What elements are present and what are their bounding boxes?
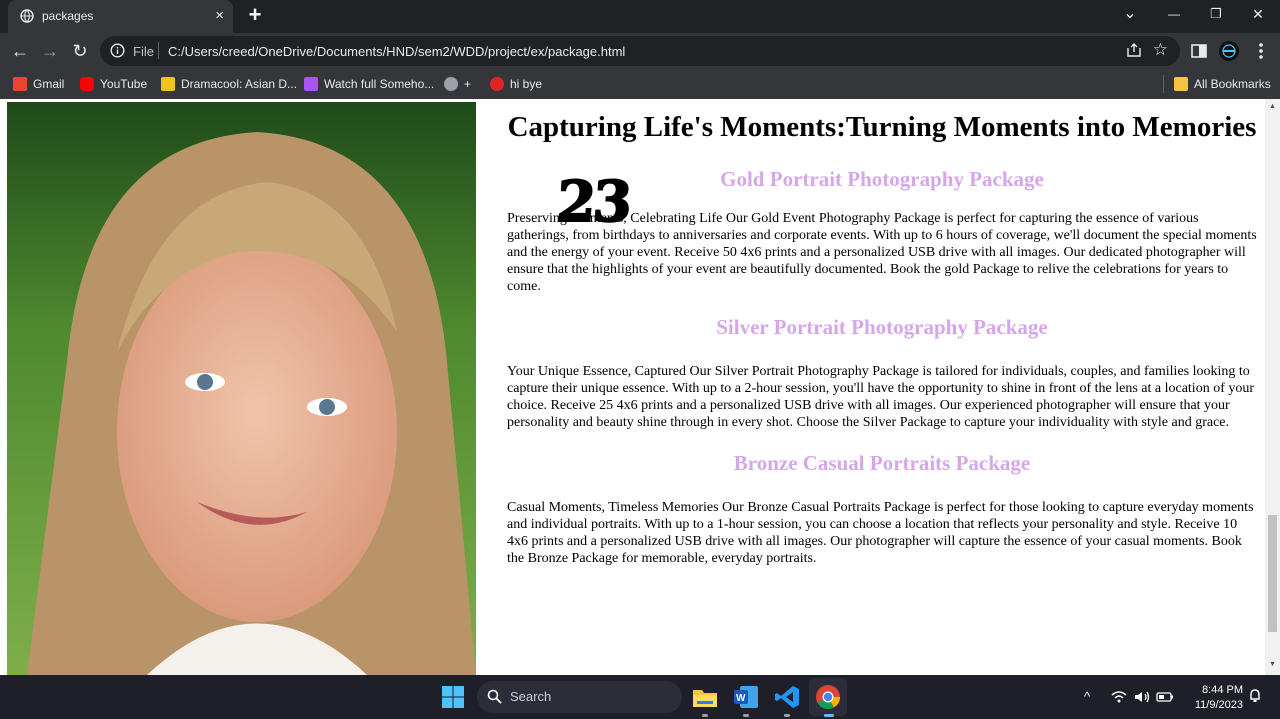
wifi-icon[interactable] bbox=[1110, 688, 1128, 706]
browser-toolbar: ← → ↻ File C:/Users/creed/OneDrive/Docum… bbox=[0, 33, 1280, 69]
gmail-icon bbox=[13, 77, 27, 91]
portrait-photo bbox=[7, 102, 476, 675]
tab-packages[interactable]: packages × bbox=[8, 0, 233, 33]
page-content: Capturing Life's Moments:Turning Moments… bbox=[507, 99, 1257, 567]
bookmark-label: YouTube bbox=[100, 77, 148, 91]
tab-search-icon[interactable]: ⌄ bbox=[1108, 0, 1152, 30]
scrollbar-thumb[interactable] bbox=[1268, 515, 1277, 632]
bookmark-gmail[interactable]: Gmail bbox=[13, 76, 64, 92]
page-scrollbar[interactable]: ▲ ▼ bbox=[1265, 99, 1280, 675]
word-running-indicator bbox=[743, 714, 749, 717]
scroll-up-arrow-icon[interactable]: ▲ bbox=[1269, 103, 1276, 110]
bookmark-hibye[interactable]: hi bye bbox=[490, 76, 542, 92]
close-window-button[interactable]: ✕ bbox=[1236, 0, 1280, 30]
all-bookmarks-label: All Bookmarks bbox=[1194, 77, 1271, 91]
tab-title: packages bbox=[42, 9, 94, 23]
bookmark-label: hi bye bbox=[510, 77, 543, 91]
url-scheme: File bbox=[133, 44, 154, 59]
profile-avatar[interactable] bbox=[1218, 40, 1240, 62]
chrome-running-indicator bbox=[824, 714, 834, 717]
scroll-down-arrow-icon[interactable]: ▼ bbox=[1269, 661, 1276, 668]
bookmark-dramacool[interactable]: Dramacool: Asian D... bbox=[161, 76, 297, 92]
search-icon bbox=[487, 689, 502, 704]
taskbar-search[interactable]: Search bbox=[477, 681, 682, 713]
bookmark-label: Gmail bbox=[33, 77, 65, 91]
chrome-icon[interactable] bbox=[814, 683, 842, 711]
bookmark-plus[interactable]: + bbox=[444, 76, 471, 92]
bookmark-star-icon[interactable]: ☆ bbox=[1153, 40, 1168, 60]
back-button[interactable]: ← bbox=[9, 40, 31, 62]
clock-date: 11/9/2023 bbox=[1194, 699, 1243, 711]
address-bar[interactable]: File C:/Users/creed/OneDrive/Documents/H… bbox=[100, 36, 1180, 66]
silver-package-text: Your Unique Essence, Captured Our Silver… bbox=[507, 364, 1255, 430]
silver-package-title: Silver Portrait Photography Package bbox=[716, 315, 1048, 339]
minimize-button[interactable]: — bbox=[1152, 0, 1196, 30]
dramacool-icon bbox=[161, 77, 175, 91]
windows-start-icon[interactable] bbox=[439, 683, 467, 711]
reload-button[interactable]: ↻ bbox=[69, 40, 91, 62]
vscode-icon[interactable] bbox=[773, 683, 801, 711]
page-heading: Capturing Life's Moments:Turning Moments… bbox=[507, 111, 1257, 143]
side-panel-icon[interactable] bbox=[1188, 40, 1210, 62]
windows-taskbar: Search W ^ 8:44 PM 11/9/2023 bbox=[0, 675, 1280, 719]
bronze-package-text: Casual Moments, Timeless Memories Our Br… bbox=[507, 500, 1254, 566]
notification-bell-icon[interactable] bbox=[1247, 688, 1263, 704]
battery-icon[interactable] bbox=[1156, 688, 1174, 706]
youtube-icon bbox=[80, 77, 94, 91]
bookmarks-divider bbox=[1163, 75, 1164, 93]
taskbar-clock[interactable]: 8:44 PM 11/9/2023 bbox=[1183, 683, 1243, 713]
forward-button[interactable]: → bbox=[39, 40, 61, 62]
counter-value: 23 bbox=[554, 168, 633, 236]
folder-icon bbox=[1174, 77, 1188, 91]
all-bookmarks-button[interactable]: All Bookmarks bbox=[1174, 76, 1271, 92]
clock-time: 8:44 PM bbox=[1202, 684, 1243, 696]
bookmark-youtube[interactable]: YouTube bbox=[80, 76, 147, 92]
bookmark-label: + bbox=[464, 77, 472, 91]
share-icon[interactable] bbox=[1126, 42, 1142, 58]
file-explorer-icon[interactable] bbox=[691, 683, 719, 711]
search-label: Search bbox=[510, 689, 552, 704]
watch-icon bbox=[304, 77, 318, 91]
globe-icon bbox=[444, 77, 458, 91]
tab-close-icon[interactable]: × bbox=[215, 7, 224, 24]
omnibox-divider bbox=[158, 42, 159, 59]
tray-chevron-icon[interactable]: ^ bbox=[1084, 689, 1090, 704]
word-icon[interactable]: W bbox=[732, 683, 760, 711]
explorer-running-indicator bbox=[702, 714, 708, 717]
hibye-icon bbox=[490, 77, 504, 91]
url-text[interactable]: C:/Users/creed/OneDrive/Documents/HND/se… bbox=[168, 44, 625, 59]
svg-text:W: W bbox=[736, 693, 746, 704]
bookmark-watch[interactable]: Watch full Someho... bbox=[304, 76, 434, 92]
restore-button[interactable]: ❐ bbox=[1194, 0, 1238, 30]
info-icon[interactable] bbox=[110, 43, 125, 58]
globe-icon bbox=[20, 9, 34, 23]
new-tab-button[interactable]: + bbox=[244, 4, 266, 26]
bookmark-label: Watch full Someho... bbox=[324, 77, 435, 91]
tab-strip: packages × + ⌄ — ❐ ✕ bbox=[0, 0, 1280, 33]
vscode-running-indicator bbox=[784, 714, 790, 717]
volume-icon[interactable] bbox=[1133, 688, 1151, 706]
page-viewport: Capturing Life's Moments:Turning Moments… bbox=[0, 99, 1280, 675]
bronze-package-title: Bronze Casual Portraits Package bbox=[733, 451, 1031, 475]
bookmark-label: Dramacool: Asian D... bbox=[181, 77, 298, 91]
bookmarks-bar: Gmail YouTube Dramacool: Asian D... Watc… bbox=[0, 69, 1280, 99]
menu-dots-icon[interactable] bbox=[1250, 40, 1272, 62]
